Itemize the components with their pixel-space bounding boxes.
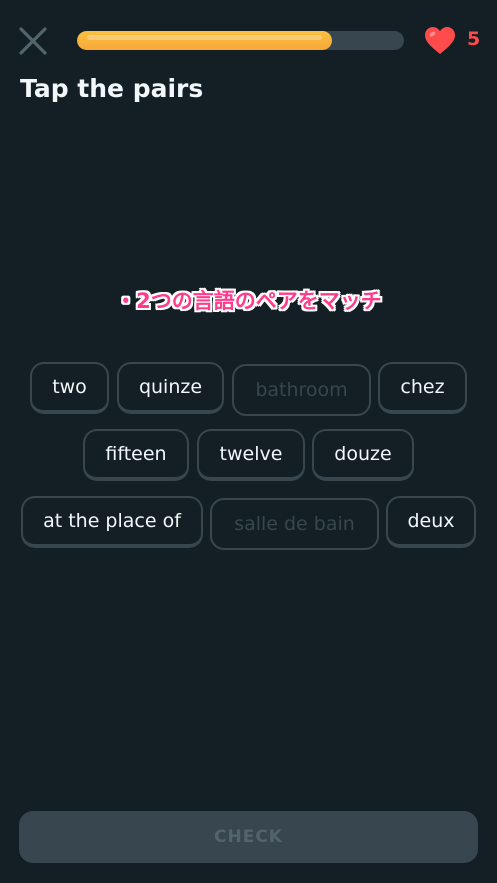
close-icon	[19, 27, 47, 55]
page-title: Tap the pairs	[20, 74, 204, 103]
word-tile[interactable]: twelve	[197, 429, 305, 481]
word-row-3: at the place of salle de bain deux	[0, 496, 497, 554]
word-row-2: fifteen twelve douze	[0, 429, 497, 487]
word-tile[interactable]: at the place of	[21, 496, 203, 548]
word-row-1: two quinze bathroom chez	[0, 362, 497, 420]
lesson-progress-fill	[77, 31, 333, 50]
word-tile[interactable]: fifteen	[83, 429, 189, 481]
hearts-counter[interactable]: 5	[424, 26, 490, 56]
top-bar: 5	[0, 0, 497, 80]
check-button[interactable]: CHECK	[19, 811, 478, 863]
instruction-caption: ・2つの言語のペアをマッチ	[115, 289, 382, 313]
close-button[interactable]	[16, 24, 50, 58]
heart-icon	[425, 27, 455, 54]
word-tile: bathroom	[232, 364, 371, 416]
word-tile[interactable]: chez	[378, 362, 467, 414]
lesson-progress-bar	[77, 31, 404, 50]
word-tile[interactable]: two	[30, 362, 109, 414]
word-tile[interactable]: douze	[312, 429, 414, 481]
word-tile[interactable]: deux	[386, 496, 476, 548]
progress-shine	[87, 35, 323, 40]
word-tile[interactable]: quinze	[117, 362, 224, 414]
hearts-count: 5	[467, 28, 481, 50]
word-tile: salle de bain	[210, 498, 379, 550]
